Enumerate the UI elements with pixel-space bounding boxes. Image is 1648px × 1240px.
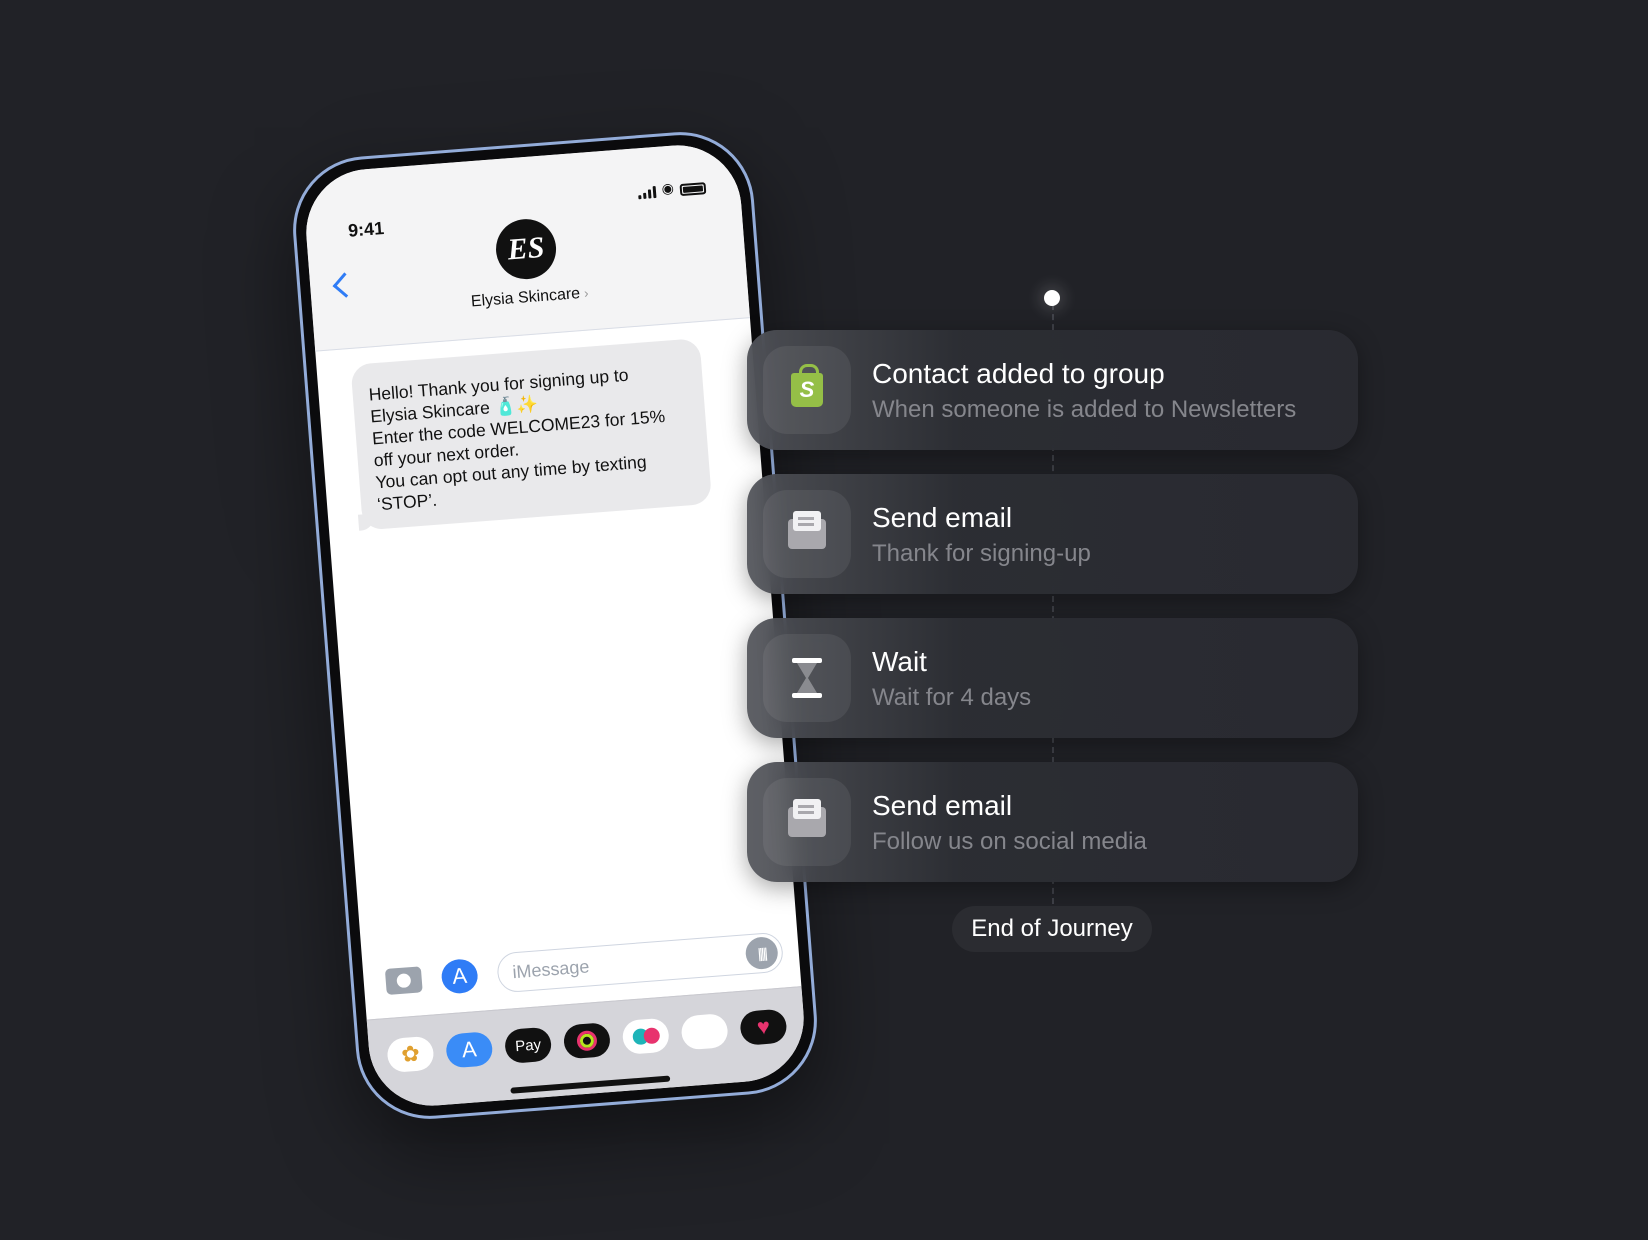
journey-step-wait[interactable]: Wait Wait for 4 days bbox=[747, 618, 1358, 738]
app-drawer: ✿ A Pay ☺ ♥ bbox=[366, 986, 809, 1111]
message-bubble: Hello! Thank you for signing up to Elysi… bbox=[350, 338, 713, 531]
audio-wave-icon[interactable]: ||||| bbox=[744, 935, 779, 971]
apple-pay-label: Pay bbox=[514, 1035, 542, 1055]
activity-app-icon[interactable] bbox=[562, 1022, 612, 1060]
signal-icon bbox=[637, 186, 657, 200]
step-icon-box: S bbox=[763, 346, 851, 434]
battery-icon bbox=[679, 182, 707, 197]
step-title: Contact added to group bbox=[872, 358, 1165, 389]
shopify-bag-icon: S bbox=[791, 364, 823, 407]
avatar[interactable]: ES bbox=[493, 216, 559, 282]
phone-mockup: 9:41 ◉ ES Elysia Skincare › Hello! Thank … bbox=[287, 126, 823, 1125]
contact-name[interactable]: Elysia Skincare › bbox=[312, 272, 748, 323]
step-title: Send email bbox=[872, 502, 1013, 533]
step-subtitle: Thank for signing-up bbox=[872, 540, 1091, 567]
step-icon-box bbox=[763, 778, 851, 866]
digital-touch-app-icon[interactable] bbox=[621, 1017, 671, 1055]
apple-pay-app-icon[interactable]: Pay bbox=[503, 1026, 553, 1065]
contact-name-label: Elysia Skincare bbox=[470, 285, 581, 311]
step-subtitle: When someone is added to Newsletters bbox=[872, 396, 1297, 423]
status-time: 9:41 bbox=[347, 217, 385, 241]
photos-app-icon[interactable]: ✿ bbox=[386, 1035, 435, 1074]
status-icons: ◉ bbox=[637, 177, 707, 200]
journey-start-dot bbox=[1044, 290, 1060, 306]
camera-icon[interactable] bbox=[384, 966, 423, 995]
imessage-input[interactable]: iMessage ||||| bbox=[495, 931, 785, 994]
journey-step-trigger[interactable]: S Contact added to group When someone is… bbox=[747, 330, 1358, 450]
app-store-app-icon[interactable]: A bbox=[445, 1031, 494, 1069]
step-title: Send email bbox=[872, 790, 1013, 821]
journey-step-send-email[interactable]: Send email Follow us on social media bbox=[747, 762, 1358, 882]
memoji-app-icon[interactable]: ☺ bbox=[680, 1013, 729, 1051]
step-subtitle: Follow us on social media bbox=[872, 828, 1147, 855]
input-placeholder: iMessage bbox=[511, 955, 591, 982]
end-of-journey-badge: End of Journey bbox=[952, 906, 1152, 952]
step-icon-box bbox=[763, 490, 851, 578]
back-chevron-icon[interactable] bbox=[332, 272, 358, 298]
app-store-icon[interactable]: A bbox=[440, 958, 479, 995]
messages-header: 9:41 ◉ ES Elysia Skincare › bbox=[301, 140, 750, 352]
step-icon-box bbox=[763, 634, 851, 722]
step-subtitle: Wait for 4 days bbox=[872, 684, 1032, 711]
wifi-icon: ◉ bbox=[660, 179, 675, 197]
step-title: Wait bbox=[872, 646, 927, 677]
envelope-open-icon bbox=[788, 799, 826, 837]
journey-step-send-email[interactable]: Send email Thank for signing-up bbox=[747, 474, 1358, 594]
home-indicator[interactable] bbox=[510, 1075, 671, 1094]
hourglass-icon bbox=[792, 658, 822, 698]
envelope-open-icon bbox=[788, 511, 826, 549]
heart-sticker-app-icon[interactable]: ♥ bbox=[739, 1008, 788, 1046]
phone-screen: 9:41 ◉ ES Elysia Skincare › Hello! Thank … bbox=[301, 140, 809, 1111]
chevron-right-icon: › bbox=[583, 285, 590, 301]
